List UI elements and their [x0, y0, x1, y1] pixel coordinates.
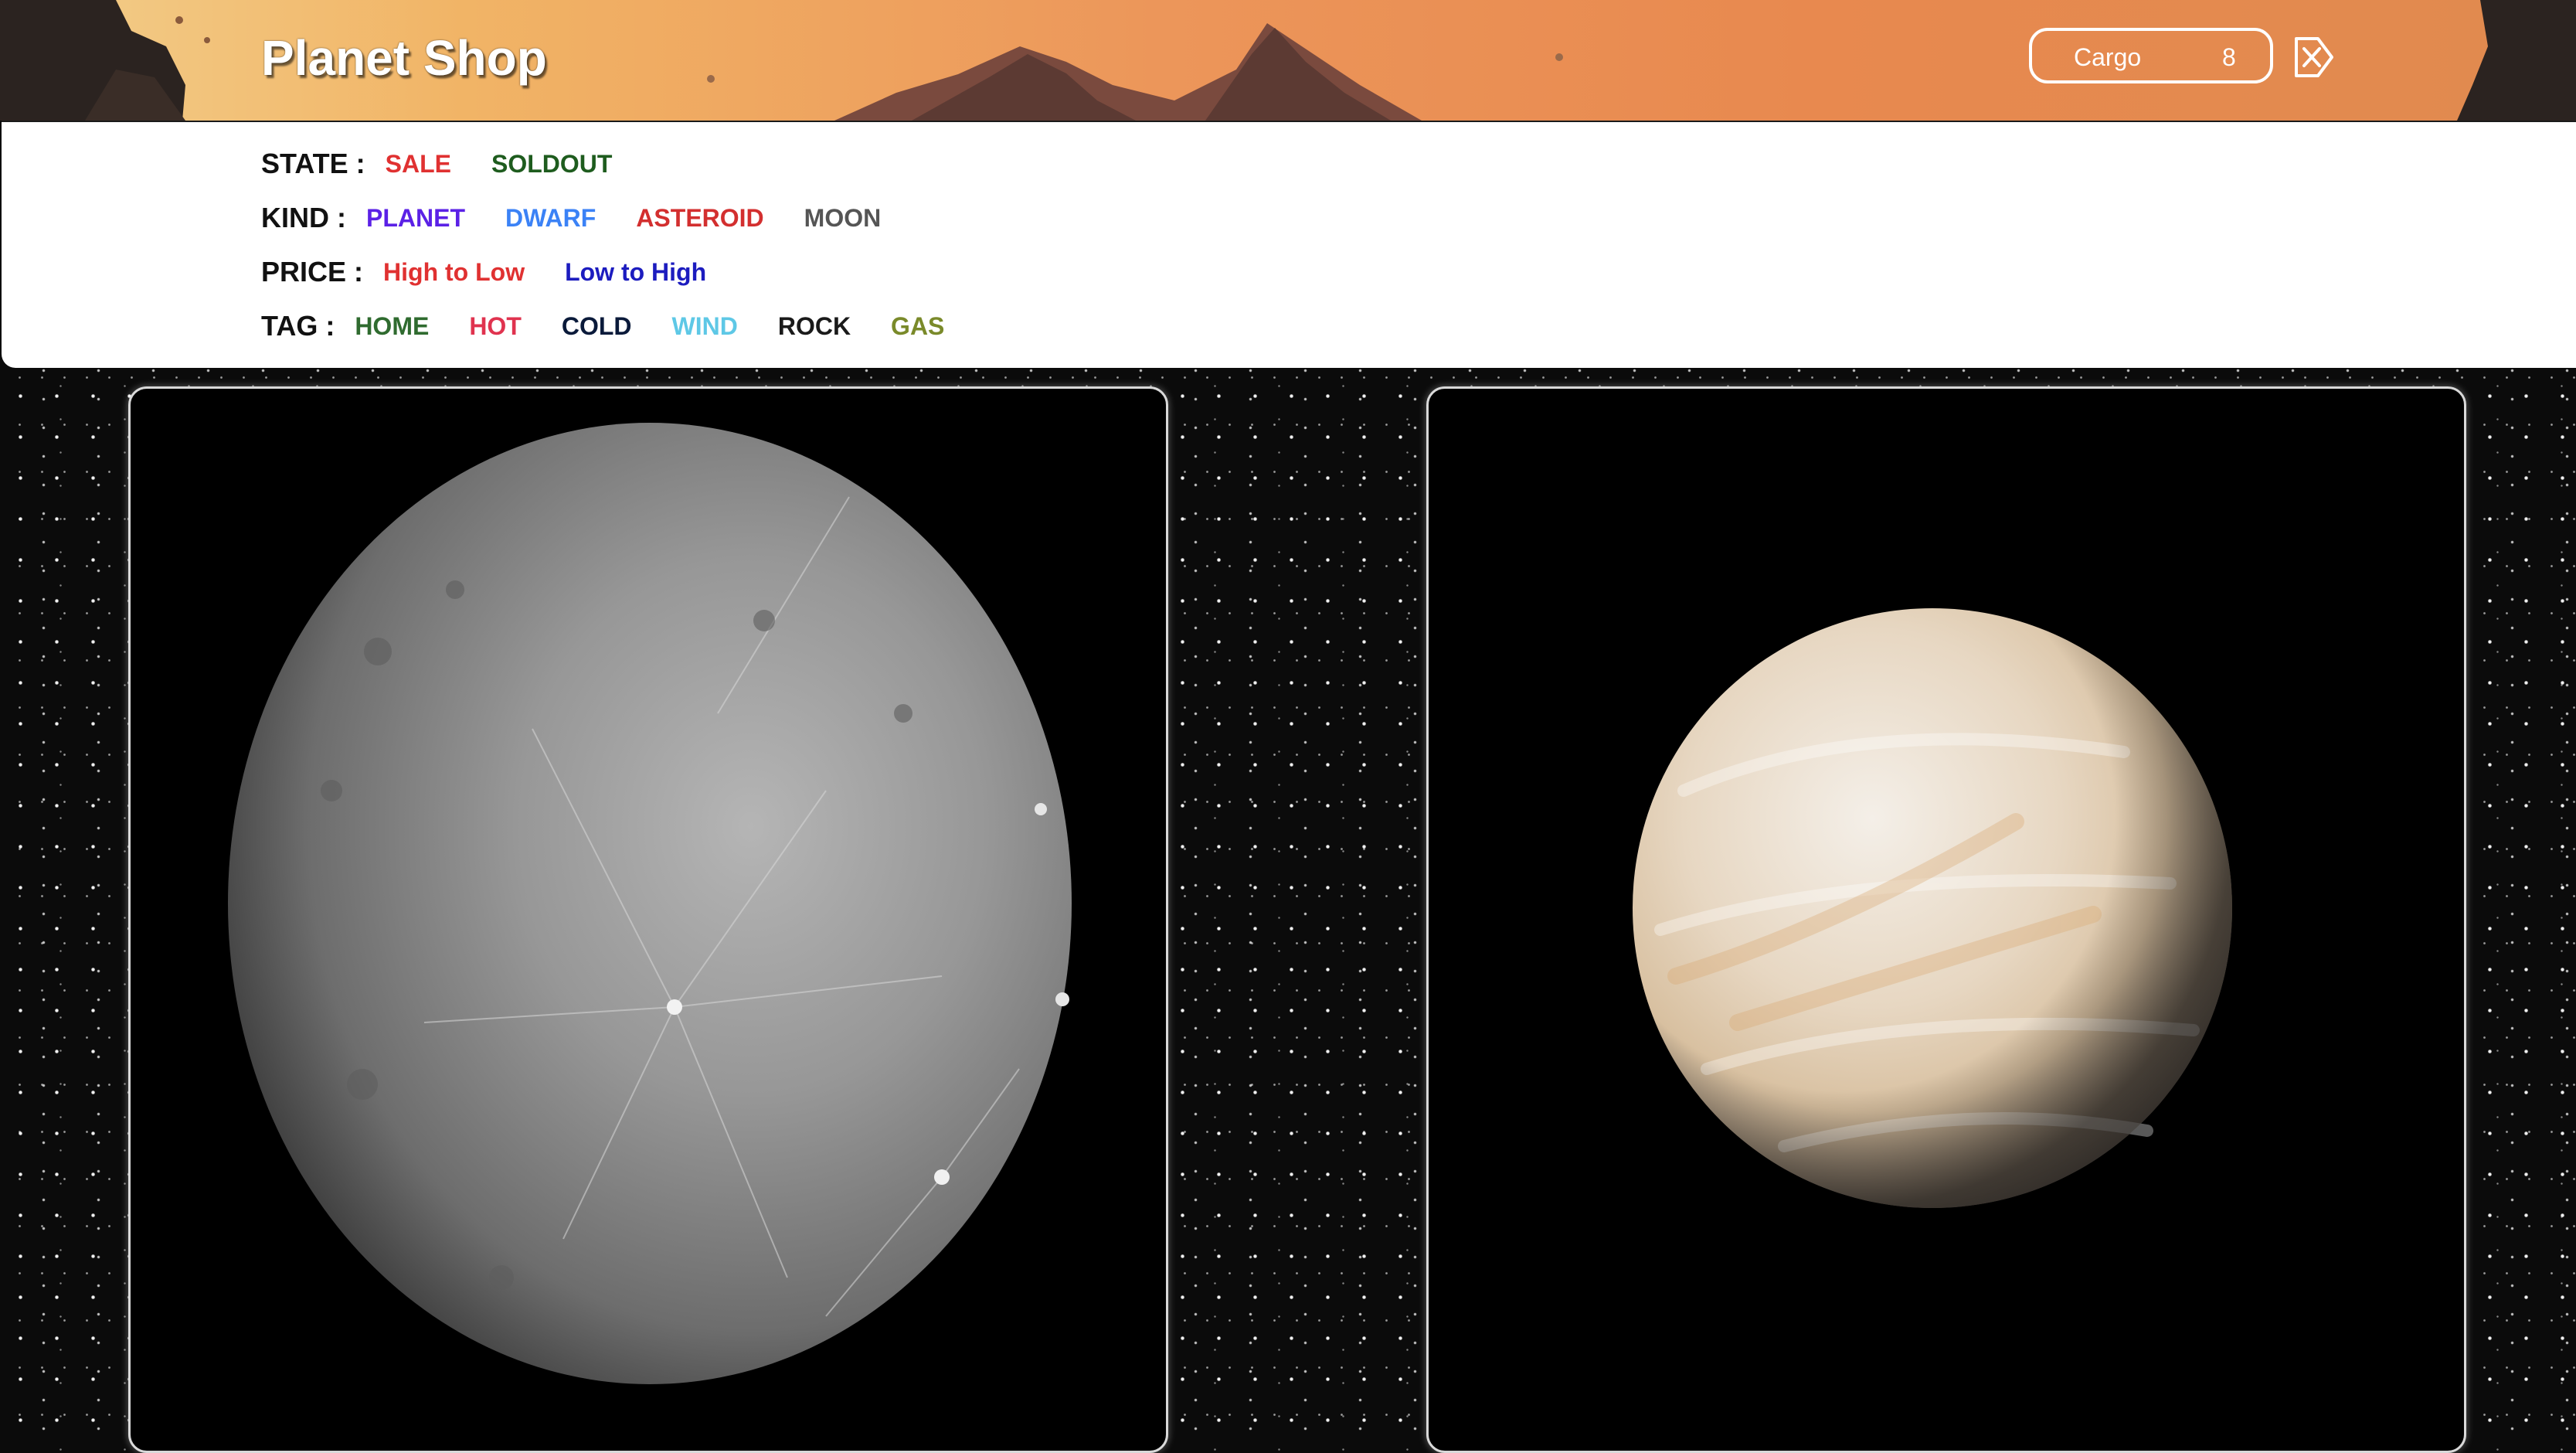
cargo-button[interactable]: Cargo 8 [2029, 28, 2273, 83]
state-option-sale[interactable]: SALE [386, 150, 451, 179]
kind-option-planet[interactable]: PLANET [366, 204, 465, 233]
state-filter-label: STATE : [261, 148, 365, 179]
price-option-low-to-high[interactable]: Low to High [565, 258, 706, 287]
tag-filter-row: TAG : HOME HOT COLD WIND ROCK GAS [261, 309, 984, 343]
header-banner: Planet Shop Cargo 8 [0, 0, 2576, 121]
venus-planet-image [1633, 608, 2232, 1208]
tag-option-home[interactable]: HOME [355, 312, 429, 341]
app-title: Planet Shop [261, 30, 547, 86]
tag-option-rock[interactable]: ROCK [778, 312, 851, 341]
tag-option-gas[interactable]: GAS [891, 312, 944, 341]
cargo-count: 8 [2222, 43, 2236, 71]
mercury-planet-image [228, 423, 1072, 1384]
tag-option-cold[interactable]: COLD [562, 312, 632, 341]
tag-filter-label: TAG : [261, 310, 335, 342]
kind-filter-label: KIND : [261, 202, 346, 233]
tag-option-hot[interactable]: HOT [469, 312, 522, 341]
price-filter-label: PRICE : [261, 256, 364, 288]
price-option-high-to-low[interactable]: High to Low [383, 258, 525, 287]
filter-panel: STATE : SALE SOLDOUT KIND : PLANET DWARF… [2, 121, 2576, 368]
logout-x-icon [2295, 37, 2333, 77]
kind-filter-row: KIND : PLANET DWARF ASTEROID MOON [261, 201, 921, 235]
kind-option-asteroid[interactable]: ASTEROID [636, 204, 763, 233]
product-card-venus[interactable] [1426, 386, 2466, 1453]
state-filter-row: STATE : SALE SOLDOUT [261, 147, 652, 181]
kind-option-dwarf[interactable]: DWARF [505, 204, 596, 233]
tag-option-wind[interactable]: WIND [672, 312, 738, 341]
cargo-label: Cargo [2074, 43, 2142, 71]
logout-button[interactable] [2289, 34, 2335, 80]
price-filter-row: PRICE : High to Low Low to High [261, 255, 746, 289]
state-option-soldout[interactable]: SOLDOUT [491, 150, 612, 179]
kind-option-moon[interactable]: MOON [804, 204, 882, 233]
product-card-mercury[interactable] [128, 386, 1168, 1453]
